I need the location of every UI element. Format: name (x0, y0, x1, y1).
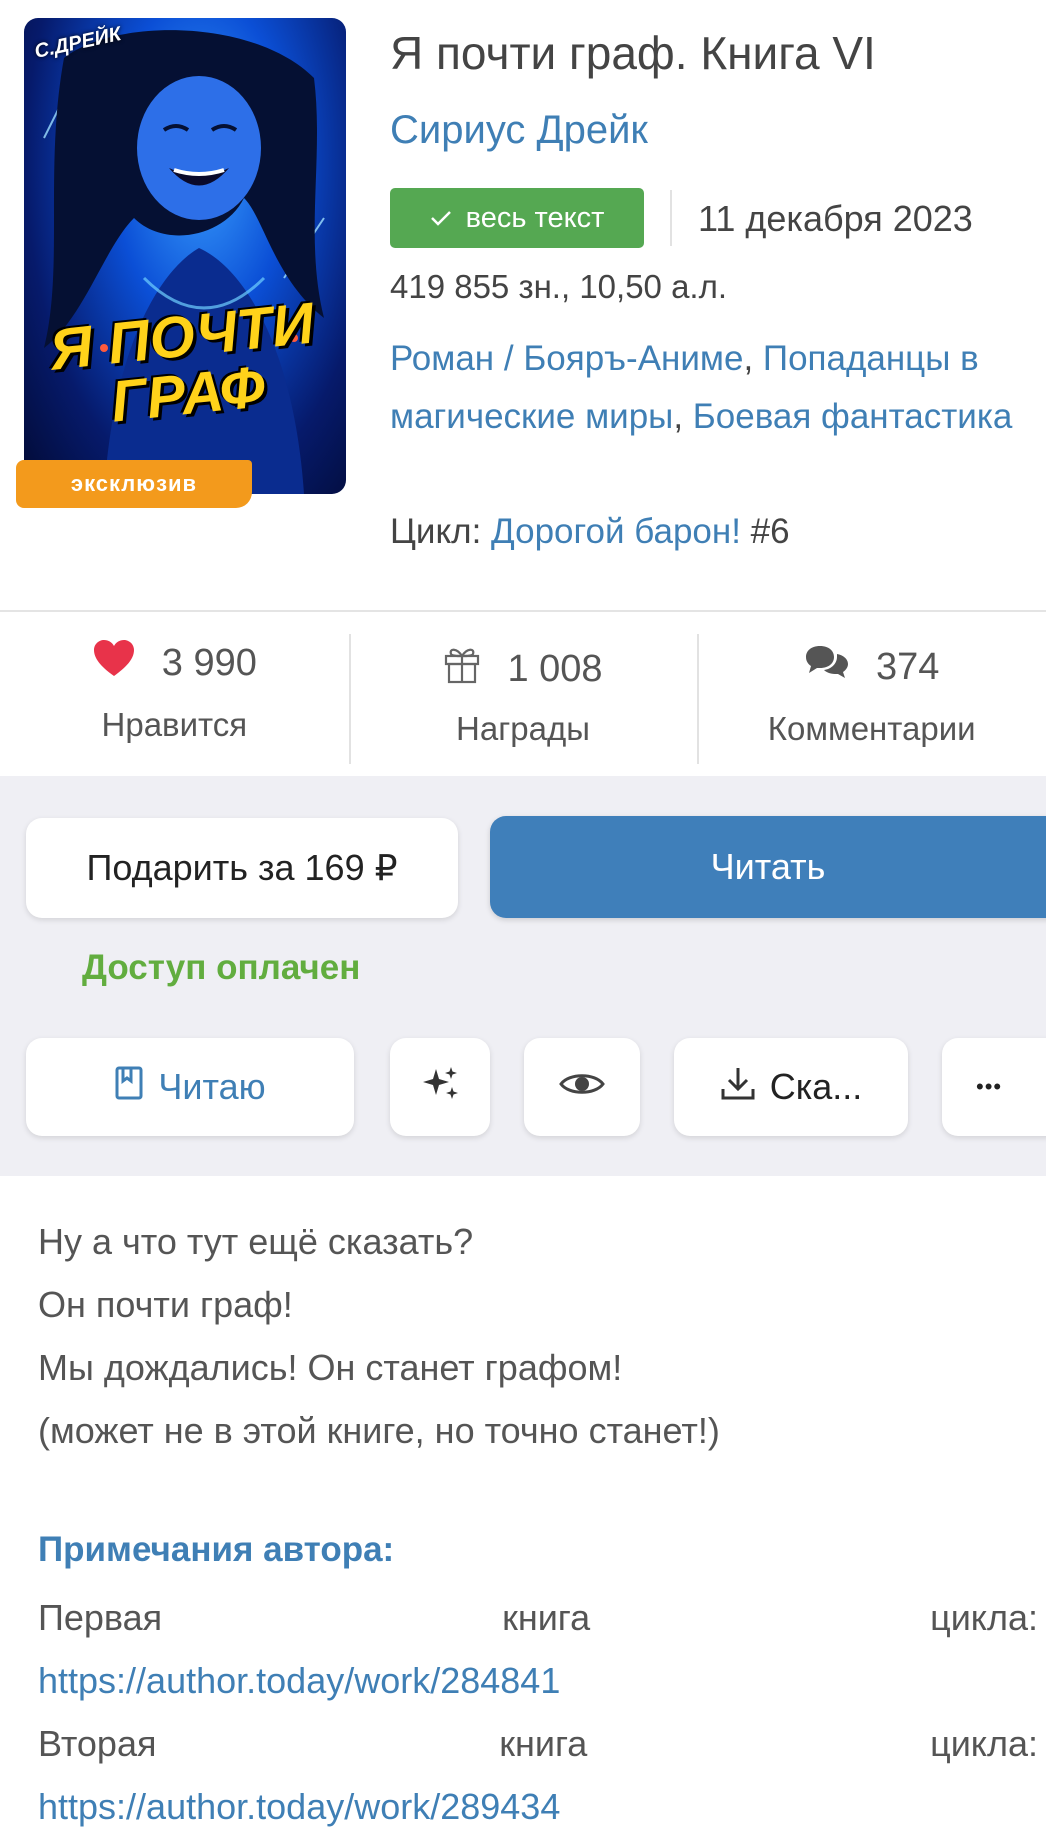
checkmark-icon (430, 202, 452, 235)
cycle-info: Цикл: Дорогой барон! #6 (390, 512, 790, 552)
likes-count: 3 990 (161, 641, 257, 684)
awards-label: Награды (456, 710, 590, 747)
comments-icon (804, 644, 850, 690)
reading-label: Читаю (158, 1066, 266, 1107)
watch-button[interactable] (524, 1038, 640, 1136)
description-line: Мы дождались! Он станет графом! (38, 1347, 623, 1388)
genre-comma: , (673, 397, 693, 436)
eye-icon (559, 1066, 605, 1108)
download-icon (720, 1065, 756, 1110)
publish-date: 11 декабря 2023 (698, 198, 973, 239)
awards-count: 1 008 (507, 647, 603, 690)
actions-panel: Подарить за 169 ₽ Читать Доступ оплачен … (0, 776, 1046, 1176)
author-notes-title: Примечания автора: (38, 1530, 395, 1569)
status-badge: весь текст (390, 188, 644, 248)
more-button[interactable]: ••• (942, 1038, 1046, 1136)
genre-link-roman[interactable]: Роман (390, 339, 494, 378)
genre-link-combat-fantasy[interactable]: Боевая фантастика (693, 397, 1013, 436)
stat-comments[interactable]: 374 Комментарии (697, 612, 1046, 776)
note-text-row: Первая книга цикла: (38, 1597, 1038, 1639)
exclusive-badge: эксклюзив (16, 460, 252, 508)
author-link[interactable]: Сириус Дрейк (390, 108, 648, 153)
heart-icon (92, 638, 136, 688)
description-line: (может не в этой книге, но точно станет!… (38, 1410, 720, 1451)
note-link-book1[interactable]: https://author.today/work/284841 (38, 1660, 560, 1702)
stat-awards[interactable]: 1 008 Награды (348, 612, 698, 776)
bookmark-icon (114, 1065, 144, 1110)
genre-separator: / (494, 339, 524, 378)
read-button[interactable]: Читать (490, 816, 1046, 918)
reading-status-button[interactable]: Читаю (26, 1038, 354, 1136)
book-description: Ну а что тут ещё сказать? Он почти граф!… (38, 1210, 720, 1462)
status-label: весь текст (465, 201, 605, 234)
description-line: Он почти граф! (38, 1284, 293, 1325)
genre-link-boyar-anime[interactable]: Бояръ-Аниме (523, 339, 743, 378)
comments-count: 374 (875, 645, 940, 688)
note-word: Вторая (38, 1723, 157, 1764)
cycle-link[interactable]: Дорогой барон! (491, 512, 741, 551)
note-word: книга (502, 1597, 591, 1638)
book-cover[interactable]: С.ДРЕЙК Я ПОЧТИ ГРАФ (24, 18, 346, 494)
note-link-book2[interactable]: https://author.today/work/289434 (38, 1786, 560, 1828)
cycle-number: #6 (740, 512, 790, 551)
book-size: 419 855 зн., 10,50 а.л. (390, 268, 728, 305)
ai-button[interactable] (390, 1038, 490, 1136)
description-line: Ну а что тут ещё сказать? (38, 1221, 474, 1262)
divider (670, 190, 672, 246)
genres: Роман / Бояръ-Аниме, Попаданцы в магичес… (390, 330, 1030, 446)
stat-likes[interactable]: 3 990 Нравится (0, 612, 349, 776)
stats-bar: 3 990 Нравится 1 008 Награды 374 Коммент… (0, 610, 1046, 778)
note-text-row: Вторая книга цикла: (38, 1723, 1038, 1765)
genre-comma: , (743, 339, 763, 378)
note-word: цикла: (930, 1597, 1038, 1638)
sparkles-icon (420, 1065, 460, 1110)
comments-label: Комментарии (767, 710, 976, 747)
gift-button[interactable]: Подарить за 169 ₽ (26, 818, 458, 918)
note-word: Первая (38, 1597, 163, 1638)
likes-label: Нравится (101, 706, 248, 743)
gift-icon (443, 644, 481, 694)
book-title: Я почти граф. Книга VI (390, 27, 876, 79)
note-word: цикла: (930, 1723, 1038, 1764)
more-icon: ••• (976, 1074, 1003, 1099)
cycle-label: Цикл: (390, 512, 492, 551)
note-word: книга (499, 1723, 588, 1764)
access-paid-status: Доступ оплачен (82, 948, 361, 987)
download-button[interactable]: Ска... (674, 1038, 908, 1136)
download-label: Ска... (769, 1066, 863, 1107)
